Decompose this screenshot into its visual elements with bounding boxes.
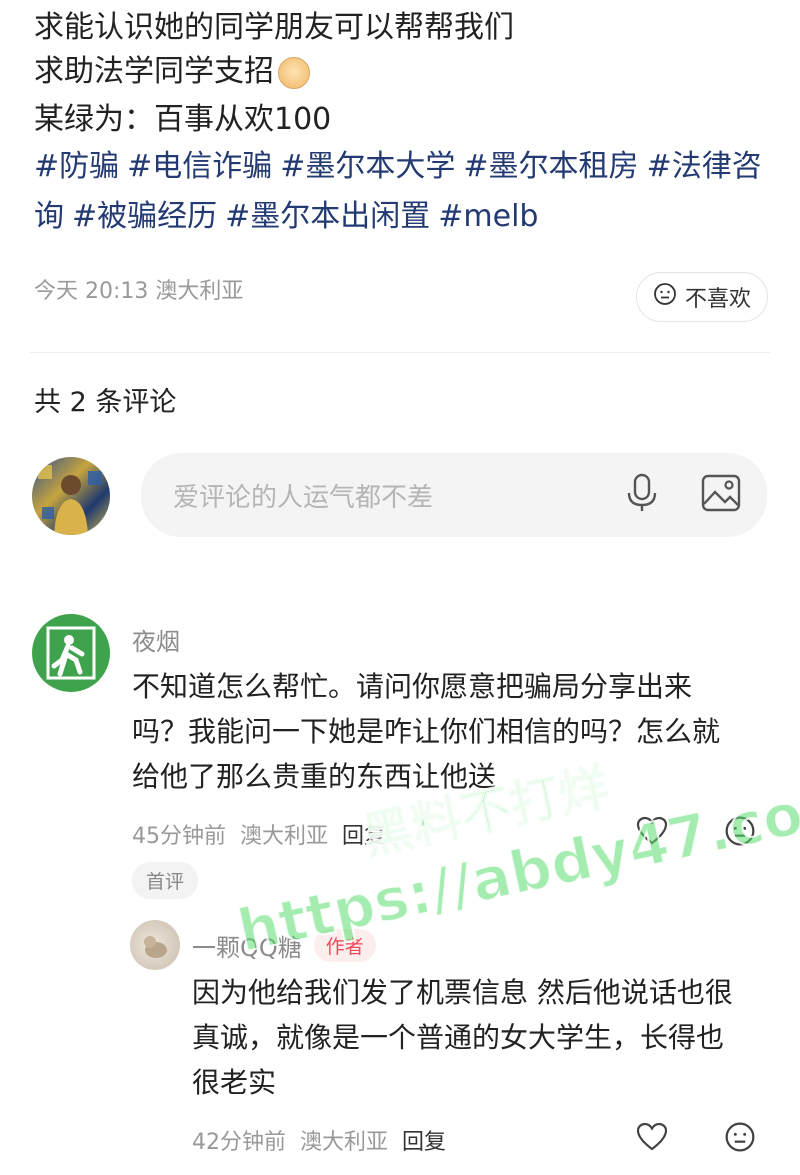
comment-meta: 45分钟前 澳大利亚 回复 bbox=[132, 818, 386, 850]
hashtag-row-2: 询 #被骗经历 #墨尔本出闲置 #melb bbox=[34, 191, 538, 243]
post-line-1: 求能认识她的同学朋友可以帮帮我们 bbox=[34, 10, 514, 45]
reply-meta: 42分钟前 澳大利亚 回复 bbox=[192, 1124, 446, 1156]
hashtag-link[interactable]: #电信诈骗 bbox=[127, 149, 272, 184]
reply-time: 42分钟前 bbox=[192, 1130, 286, 1155]
hashtag-link[interactable]: #melb bbox=[438, 199, 538, 234]
reply-location: 澳大利亚 bbox=[300, 1130, 389, 1155]
reply-button[interactable]: 回复 bbox=[402, 1124, 446, 1156]
current-user-avatar[interactable] bbox=[32, 457, 110, 535]
post-line-2: 求助法学同学支招 bbox=[34, 50, 310, 94]
comment-location: 澳大利亚 bbox=[240, 824, 329, 849]
hashtag-link[interactable]: #防骗 bbox=[34, 149, 119, 184]
hashtag-row-1: #防骗 #电信诈骗 #墨尔本大学 #墨尔本租房 #法律咨 bbox=[34, 141, 762, 193]
heart-icon[interactable] bbox=[636, 1122, 668, 1156]
comment-text: 不知道怎么帮忙。请问你愿意把骗局分享出来 吗？我能问一下她是咋让你们相信的吗？怎… bbox=[132, 664, 720, 799]
dislike-button[interactable]: 不喜欢 bbox=[636, 272, 768, 322]
hashtag-link[interactable]: #墨尔本租房 bbox=[463, 149, 638, 184]
divider bbox=[30, 352, 770, 353]
post-meta: 今天 20:13 澳大利亚 bbox=[34, 279, 244, 304]
hashtag-link[interactable]: #被骗经历 bbox=[72, 199, 217, 234]
reply-text-line: 因为他给我们发了机票信息 然后他说话也很 bbox=[192, 976, 733, 1009]
comment-text-line: 吗？我能问一下她是咋让你们相信的吗？怎么就 bbox=[132, 715, 721, 748]
comment-input-placeholder: 爱评论的人运气都不差 bbox=[173, 482, 434, 513]
hashtag-link[interactable]: #法律咨 bbox=[647, 149, 762, 184]
image-icon[interactable] bbox=[701, 474, 741, 516]
first-comment-badge: 首评 bbox=[132, 862, 199, 899]
hashtag-link[interactable]: #墨尔本大学 bbox=[280, 149, 455, 184]
reply-text: 因为他给我们发了机票信息 然后他说话也很 真诚，就像是一个普通的女大学生，长得也… bbox=[192, 970, 733, 1105]
comment-input[interactable]: 爱评论的人运气都不差 bbox=[141, 453, 767, 537]
commenter-avatar[interactable] bbox=[32, 614, 110, 692]
post-line-2-text: 求助法学同学支招 bbox=[34, 54, 274, 89]
neutral-face-icon bbox=[653, 282, 677, 312]
reply-text-line: 真诚，就像是一个普通的女大学生，长得也 bbox=[192, 1021, 725, 1054]
hashtag-link[interactable]: #墨尔本出闲置 bbox=[225, 199, 430, 234]
post-line-3: 某绿为：百事从欢100 bbox=[34, 102, 332, 137]
dislike-label: 不喜欢 bbox=[684, 287, 751, 312]
comments-count-title: 共 2 条评论 bbox=[34, 387, 177, 418]
neutral-face-icon[interactable] bbox=[724, 1121, 756, 1157]
crying-face-emoji-icon bbox=[278, 56, 310, 89]
comment-time: 45分钟前 bbox=[132, 824, 226, 849]
reply-text-line: 很老实 bbox=[192, 1066, 277, 1099]
hashtag-link-continued[interactable]: 询 bbox=[34, 199, 64, 234]
comment-text-line: 不知道怎么帮忙。请问你愿意把骗局分享出来 bbox=[132, 670, 693, 703]
reply-author-avatar[interactable] bbox=[130, 920, 180, 970]
microphone-icon[interactable] bbox=[625, 473, 659, 517]
comment-username[interactable]: 夜烟 bbox=[132, 622, 180, 657]
